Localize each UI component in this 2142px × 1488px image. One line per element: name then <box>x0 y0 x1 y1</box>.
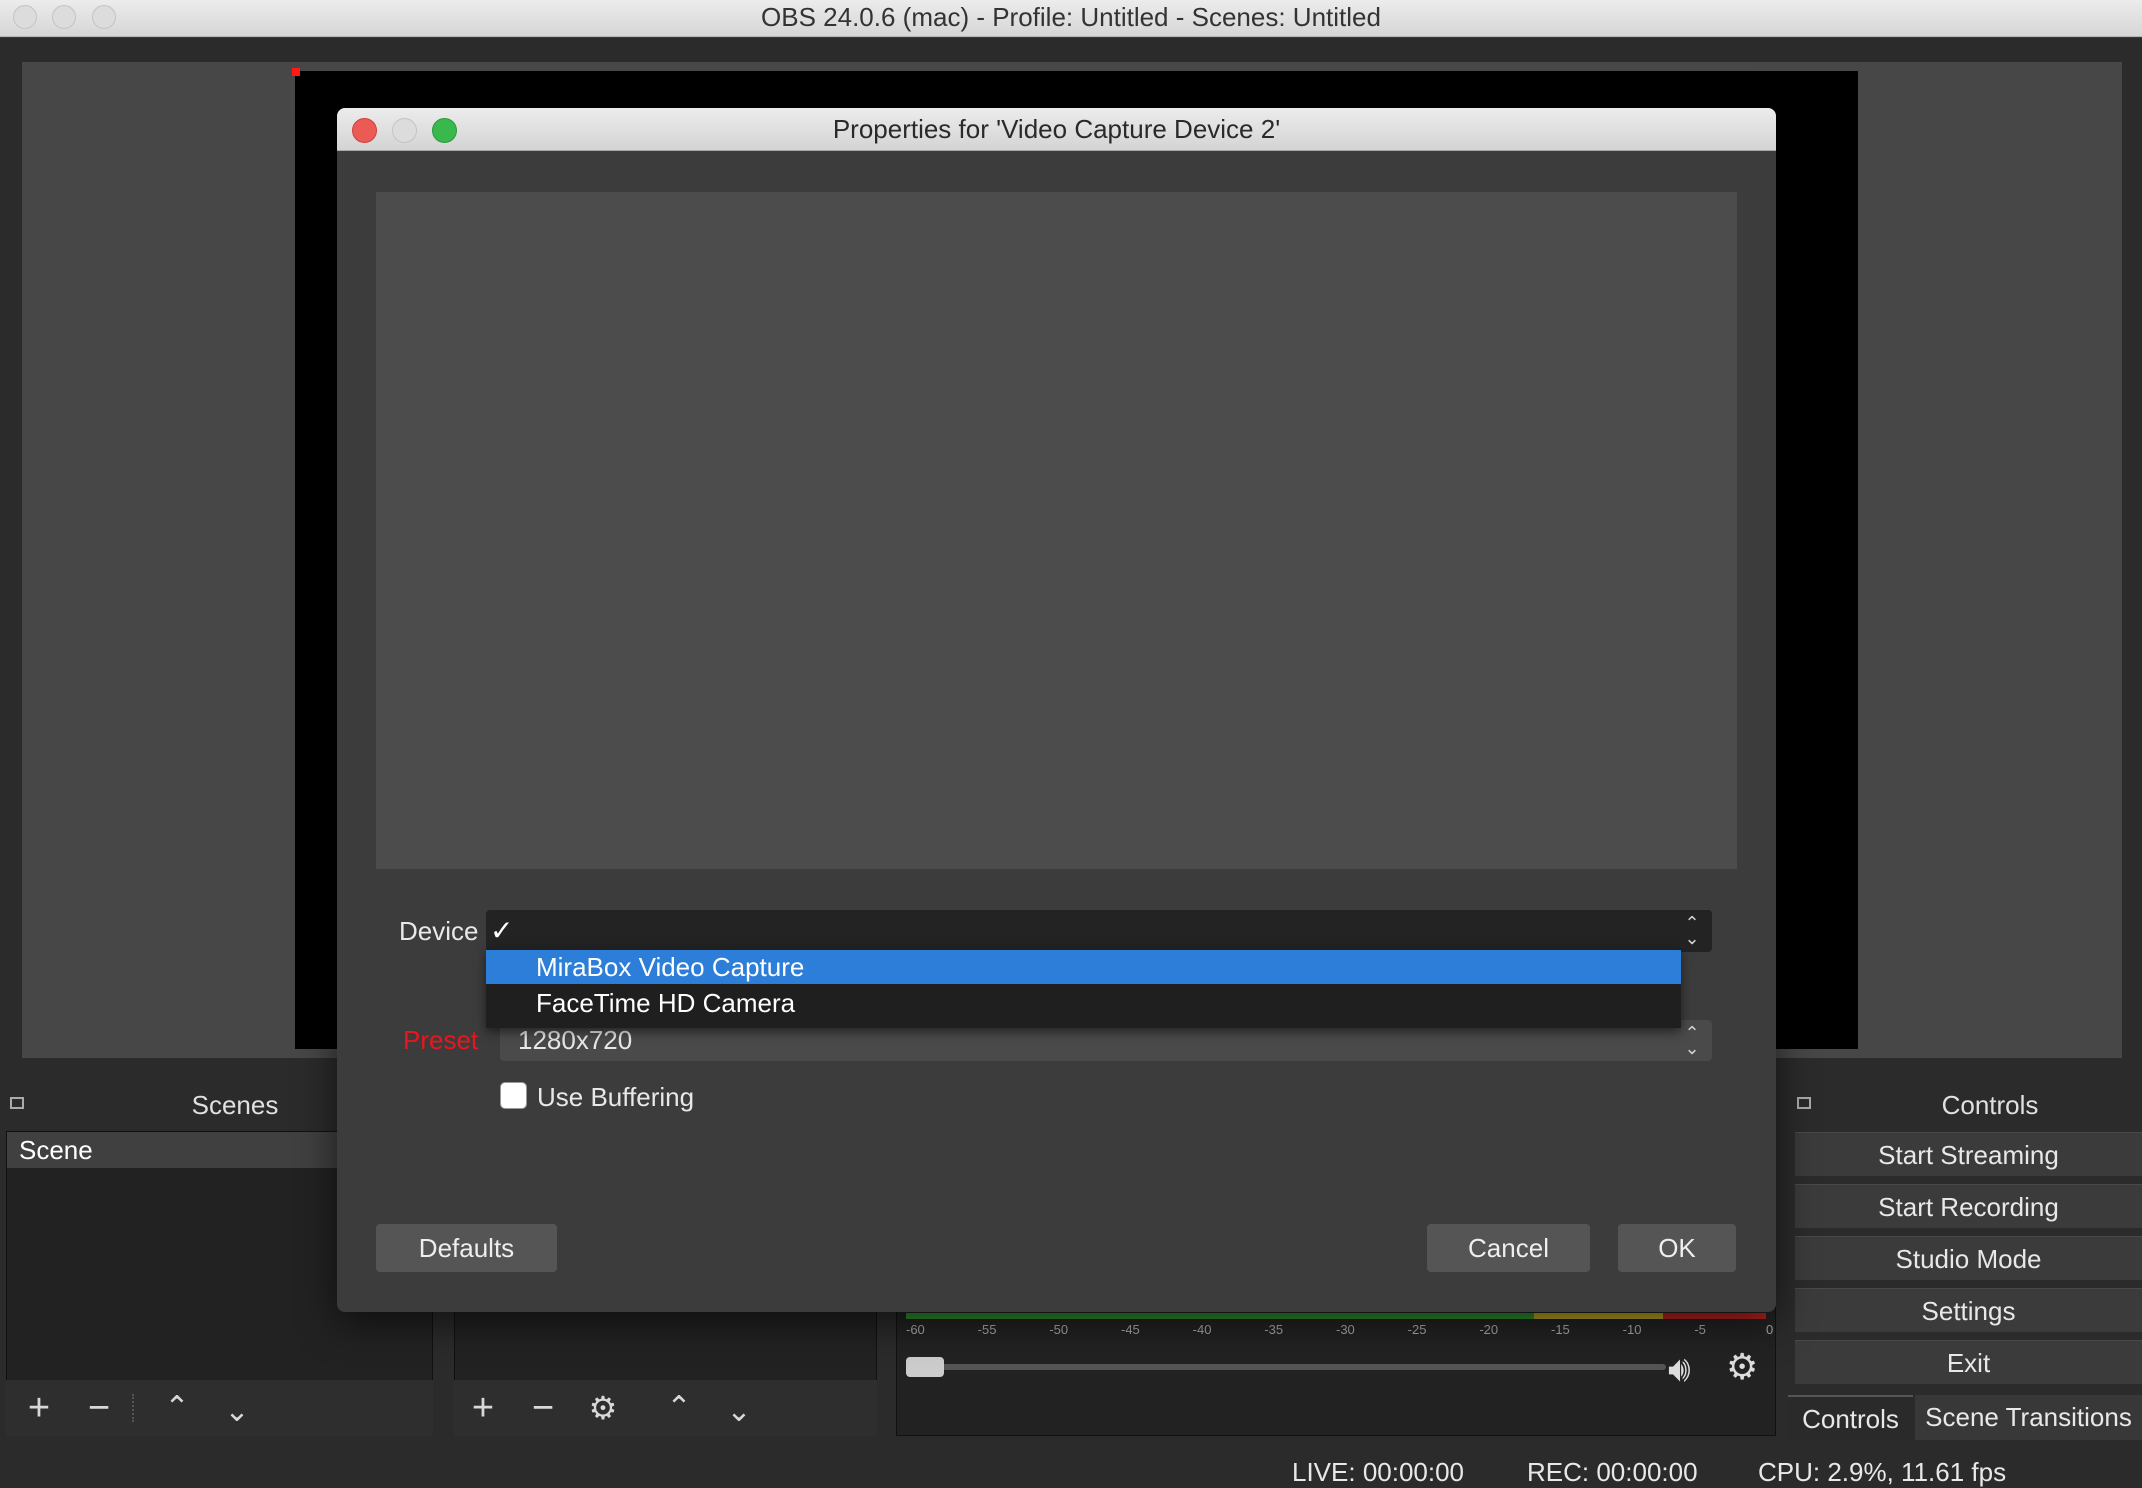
source-properties-gear-icon[interactable]: ⚙ <box>578 1380 628 1436</box>
scenes-float-icon[interactable] <box>10 1097 24 1109</box>
device-option-mirabox[interactable]: MiraBox Video Capture <box>486 950 1681 984</box>
meter-scale-tick: 0 <box>1766 1322 1774 1337</box>
tab-scene-transitions[interactable]: Scene Transitions <box>1915 1395 2142 1440</box>
sources-toolbar: + − ⚙ ⌃ ⌃ <box>454 1380 877 1436</box>
source-preview <box>376 192 1737 869</box>
rec-status: REC: 00:00:00 <box>1527 1457 1698 1487</box>
device-option-facetime[interactable]: FaceTime HD Camera <box>486 986 1681 1020</box>
studio-mode-button[interactable]: Studio Mode <box>1795 1236 2142 1280</box>
dialog-title: Properties for 'Video Capture Device 2' <box>832 114 1281 144</box>
window-close-button[interactable] <box>13 5 37 29</box>
start-recording-button[interactable]: Start Recording <box>1795 1184 2142 1228</box>
move-scene-down-icon[interactable]: ⌃ <box>212 1380 262 1436</box>
mixer-gear-icon[interactable]: ⚙ <box>1726 1346 1758 1388</box>
live-status: LIVE: 00:00:00 <box>1292 1457 1465 1487</box>
use-buffering-checkbox[interactable] <box>500 1082 527 1109</box>
preset-label: Preset <box>403 1025 479 1055</box>
window-minimize-button[interactable] <box>52 5 76 29</box>
device-select[interactable] <box>486 910 1712 952</box>
window-zoom-button[interactable] <box>92 5 116 29</box>
add-source-icon[interactable]: + <box>458 1380 508 1436</box>
meter-scale-tick: -5 <box>1694 1322 1706 1337</box>
volume-slider-track[interactable] <box>906 1364 1666 1370</box>
source-handle[interactable] <box>292 68 300 76</box>
volume-meter <box>906 1313 1766 1319</box>
dialog-close-button[interactable] <box>352 118 377 143</box>
exit-button[interactable]: Exit <box>1795 1340 2142 1384</box>
meter-scale-tick: -55 <box>977 1322 997 1337</box>
meter-scale-tick: -60 <box>906 1322 925 1337</box>
preset-value: 1280x720 <box>518 1025 633 1055</box>
meter-scale-tick: -45 <box>1121 1322 1140 1337</box>
ok-button[interactable]: OK <box>1618 1224 1736 1272</box>
scenes-toolbar: + − ⌃ ⌃ <box>6 1380 433 1436</box>
device-label: Device <box>399 916 479 946</box>
meter-scale-tick: -20 <box>1479 1322 1499 1337</box>
cancel-button[interactable]: Cancel <box>1427 1224 1590 1272</box>
device-select-chevron-icon: ⌃ ⌃ <box>1684 913 1700 947</box>
remove-source-icon[interactable]: − <box>518 1380 568 1436</box>
remove-scene-icon[interactable]: − <box>74 1380 124 1436</box>
controls-dock-title: Controls <box>1941 1090 2039 1120</box>
meter-scale-tick: -35 <box>1264 1322 1284 1337</box>
dialog-zoom-button[interactable] <box>432 118 457 143</box>
window-titlebar: OBS 24.0.6 (mac) - Profile: Untitled - S… <box>0 0 2142 37</box>
volume-meter-scale: -60 -55 -50 -45 -40 -35 -30 -25 -20 -15 -10 -5 0 <box>906 1322 1776 1342</box>
speaker-icon[interactable]: 🔊︎ <box>1668 1348 1691 1391</box>
dialog-titlebar: Properties for 'Video Capture Device 2' <box>337 108 1776 151</box>
controls-float-icon[interactable] <box>1797 1097 1811 1109</box>
meter-scale-tick: -30 <box>1336 1322 1355 1337</box>
meter-scale-tick: -10 <box>1622 1322 1642 1337</box>
defaults-button[interactable]: Defaults <box>376 1224 557 1272</box>
settings-button[interactable]: Settings <box>1795 1288 2142 1332</box>
meter-scale-tick: -15 <box>1551 1322 1570 1337</box>
move-source-down-icon[interactable]: ⌃ <box>714 1380 764 1436</box>
window-title: OBS 24.0.6 (mac) - Profile: Untitled - S… <box>761 2 1381 32</box>
add-scene-icon[interactable]: + <box>14 1380 64 1436</box>
meter-scale-tick: -40 <box>1192 1322 1212 1337</box>
properties-dialog: Properties for 'Video Capture Device 2' … <box>337 108 1776 1312</box>
meter-scale-tick: -50 <box>1049 1322 1069 1337</box>
tab-controls[interactable]: Controls <box>1788 1395 1913 1440</box>
device-dropdown-menu: MiraBox Video Capture FaceTime HD Camera <box>486 948 1681 1028</box>
toolbar-separator <box>132 1394 134 1422</box>
volume-slider-handle[interactable] <box>906 1357 944 1377</box>
cpu-status: CPU: 2.9%, 11.61 fps <box>1758 1457 2007 1487</box>
dialog-minimize-button[interactable] <box>392 118 417 143</box>
checkmark-icon: ✓ <box>490 915 514 946</box>
use-buffering-label: Use Buffering <box>537 1082 695 1112</box>
move-source-up-icon[interactable]: ⌃ <box>654 1380 704 1436</box>
start-streaming-button[interactable]: Start Streaming <box>1795 1132 2142 1176</box>
preset-select-chevron-icon: ⌃ ⌃ <box>1684 1023 1700 1057</box>
move-scene-up-icon[interactable]: ⌃ <box>152 1380 202 1436</box>
meter-scale-tick: -25 <box>1407 1322 1427 1337</box>
